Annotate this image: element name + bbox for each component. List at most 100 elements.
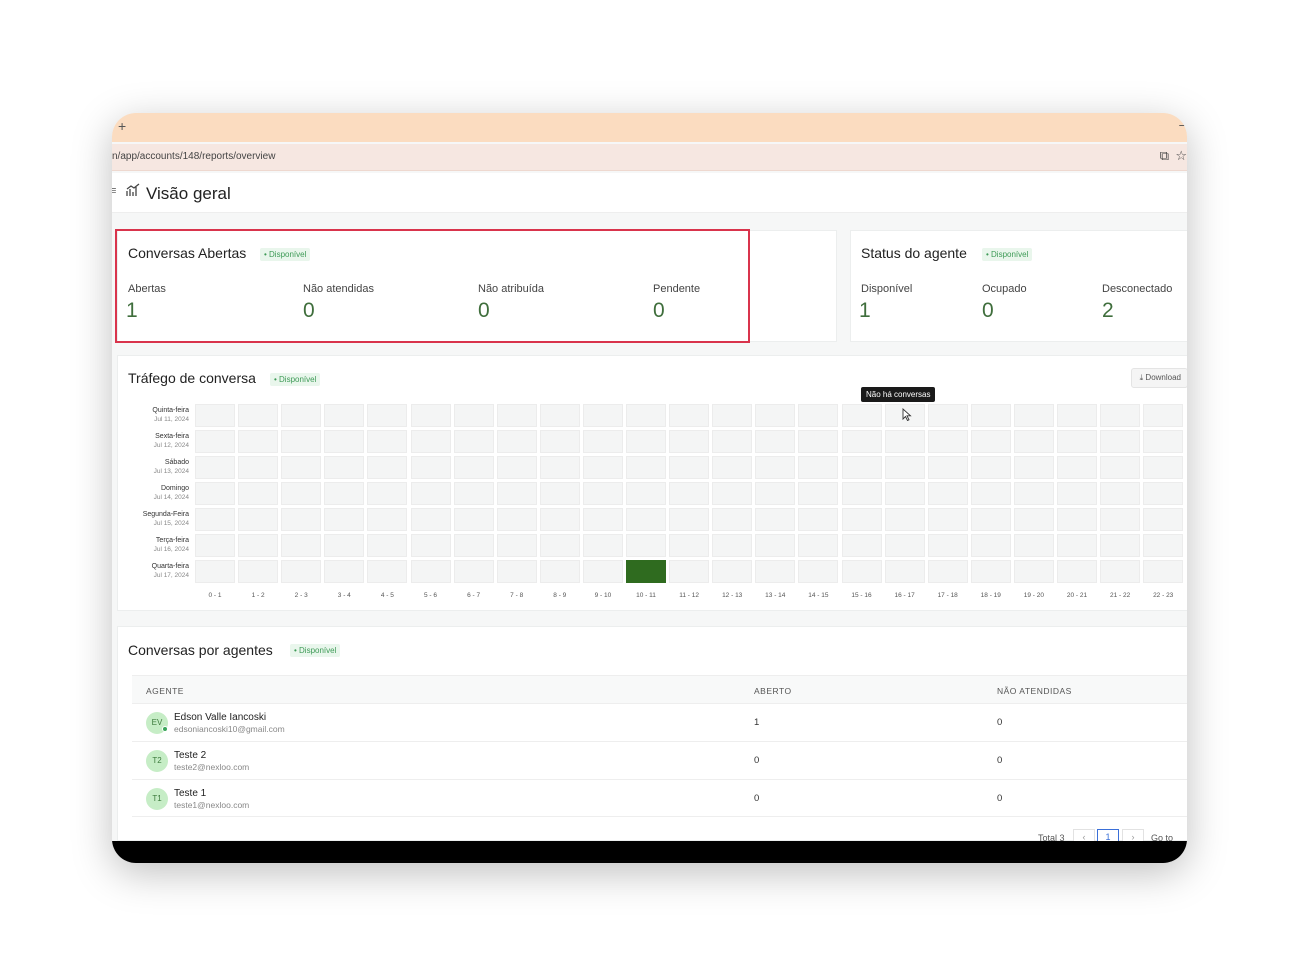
heatmap-cell[interactable] bbox=[238, 456, 279, 479]
heatmap-cell[interactable] bbox=[1143, 430, 1184, 453]
heatmap-cell[interactable] bbox=[970, 430, 1011, 453]
heatmap-cell[interactable] bbox=[324, 404, 365, 427]
heatmap-cell[interactable] bbox=[798, 508, 839, 531]
heatmap-cell[interactable] bbox=[884, 482, 925, 505]
heatmap-cell[interactable] bbox=[195, 508, 235, 531]
heatmap-cell[interactable] bbox=[841, 534, 882, 557]
heatmap-cell[interactable] bbox=[582, 560, 623, 583]
address-bar[interactable]: n/app/accounts/148/reports/overview ⧉ ☆ bbox=[112, 144, 1187, 171]
heatmap-cell[interactable] bbox=[669, 508, 710, 531]
table-row[interactable]: EV Edson Valle Iancoski edsoniancoski10@… bbox=[132, 703, 1187, 741]
heatmap-cell[interactable] bbox=[1013, 404, 1054, 427]
heatmap-cell[interactable] bbox=[1143, 534, 1184, 557]
heatmap-cell[interactable] bbox=[324, 482, 365, 505]
heatmap-cell[interactable] bbox=[496, 404, 537, 427]
heatmap-cell[interactable] bbox=[927, 456, 968, 479]
heatmap-cell[interactable] bbox=[582, 404, 623, 427]
heatmap-cell[interactable] bbox=[496, 560, 537, 583]
heatmap-cell[interactable] bbox=[1013, 508, 1054, 531]
heatmap-cell[interactable] bbox=[798, 560, 839, 583]
heatmap-cell[interactable] bbox=[453, 534, 494, 557]
heatmap-cell[interactable] bbox=[1013, 430, 1054, 453]
heatmap-cell[interactable] bbox=[539, 430, 580, 453]
heatmap-cell[interactable] bbox=[324, 560, 365, 583]
heatmap-cell[interactable] bbox=[798, 534, 839, 557]
heatmap-cell[interactable] bbox=[582, 534, 623, 557]
heatmap-cell[interactable] bbox=[798, 456, 839, 479]
heatmap-cell[interactable] bbox=[1100, 560, 1141, 583]
url-text[interactable]: n/app/accounts/148/reports/overview bbox=[112, 151, 275, 162]
heatmap-cell[interactable] bbox=[884, 456, 925, 479]
heatmap-cell[interactable] bbox=[195, 534, 235, 557]
heatmap-cell[interactable] bbox=[453, 404, 494, 427]
heatmap-cell[interactable] bbox=[367, 404, 408, 427]
heatmap-cell[interactable] bbox=[1057, 430, 1097, 453]
heatmap-cell[interactable] bbox=[755, 508, 796, 531]
heatmap-cell[interactable] bbox=[927, 560, 968, 583]
heatmap-cell[interactable] bbox=[539, 404, 580, 427]
heatmap-cell[interactable] bbox=[669, 430, 710, 453]
heatmap-cell[interactable] bbox=[324, 534, 365, 557]
heatmap-cell[interactable] bbox=[798, 482, 839, 505]
heatmap-cell[interactable] bbox=[238, 430, 279, 453]
heatmap-cell[interactable] bbox=[367, 508, 408, 531]
heatmap-cell[interactable] bbox=[496, 534, 537, 557]
heatmap-cell[interactable] bbox=[712, 482, 753, 505]
heatmap-cell[interactable] bbox=[841, 508, 882, 531]
heatmap-cell[interactable] bbox=[1057, 560, 1097, 583]
heatmap-cell[interactable] bbox=[712, 560, 753, 583]
heatmap-cell[interactable] bbox=[281, 534, 322, 557]
heatmap-cell[interactable] bbox=[927, 430, 968, 453]
heatmap-cell[interactable] bbox=[755, 456, 796, 479]
heatmap-cell[interactable] bbox=[841, 560, 882, 583]
heatmap-cell[interactable] bbox=[626, 456, 666, 479]
heatmap-cell[interactable] bbox=[367, 430, 408, 453]
heatmap-cell[interactable] bbox=[281, 508, 322, 531]
heatmap-cell[interactable] bbox=[195, 430, 235, 453]
table-row[interactable]: T1 Teste 1 teste1@nexloo.com 0 0 bbox=[132, 779, 1187, 817]
bookmark-star-icon[interactable]: ☆ bbox=[1175, 148, 1187, 164]
heatmap-cell[interactable] bbox=[1100, 482, 1141, 505]
heatmap-cell[interactable] bbox=[884, 430, 925, 453]
heatmap-cell[interactable] bbox=[281, 430, 322, 453]
heatmap-cell[interactable] bbox=[367, 482, 408, 505]
heatmap-cell[interactable] bbox=[798, 430, 839, 453]
heatmap-cell[interactable] bbox=[238, 534, 279, 557]
heatmap-cell[interactable] bbox=[1013, 456, 1054, 479]
heatmap-cell[interactable] bbox=[626, 534, 666, 557]
heatmap-cell[interactable] bbox=[755, 482, 796, 505]
heatmap-cell[interactable] bbox=[669, 456, 710, 479]
heatmap-cell[interactable] bbox=[195, 404, 235, 427]
heatmap-cell[interactable] bbox=[453, 482, 494, 505]
heatmap-cell[interactable] bbox=[970, 534, 1011, 557]
heatmap-cell[interactable] bbox=[539, 456, 580, 479]
heatmap-cell[interactable] bbox=[582, 482, 623, 505]
heatmap-cell[interactable] bbox=[238, 508, 279, 531]
heatmap-cell[interactable] bbox=[453, 560, 494, 583]
heatmap-cell[interactable] bbox=[1100, 404, 1141, 427]
heatmap-cell[interactable] bbox=[884, 534, 925, 557]
heatmap-cell[interactable] bbox=[195, 482, 235, 505]
heatmap-cell[interactable] bbox=[755, 534, 796, 557]
heatmap-cell[interactable] bbox=[410, 508, 451, 531]
heatmap-cell[interactable] bbox=[927, 482, 968, 505]
heatmap-cell[interactable] bbox=[927, 404, 968, 427]
heatmap-cell[interactable] bbox=[970, 508, 1011, 531]
heatmap-cell[interactable] bbox=[841, 430, 882, 453]
heatmap-cell[interactable] bbox=[669, 560, 710, 583]
heatmap-cell[interactable] bbox=[324, 430, 365, 453]
heatmap-cell[interactable] bbox=[582, 430, 623, 453]
cast-icon[interactable]: ⧉ bbox=[1160, 148, 1169, 164]
heatmap-cell[interactable] bbox=[1013, 560, 1054, 583]
heatmap-cell[interactable] bbox=[582, 508, 623, 531]
heatmap-cell[interactable] bbox=[539, 482, 580, 505]
heatmap-cell[interactable] bbox=[281, 456, 322, 479]
heatmap-cell[interactable] bbox=[927, 508, 968, 531]
heatmap-cell[interactable] bbox=[970, 560, 1011, 583]
heatmap-cell[interactable] bbox=[410, 560, 451, 583]
heatmap-cell[interactable] bbox=[1143, 482, 1184, 505]
heatmap-cell[interactable] bbox=[453, 456, 494, 479]
heatmap-cell[interactable] bbox=[453, 508, 494, 531]
heatmap-cell[interactable] bbox=[755, 560, 796, 583]
heatmap-cell[interactable] bbox=[755, 430, 796, 453]
